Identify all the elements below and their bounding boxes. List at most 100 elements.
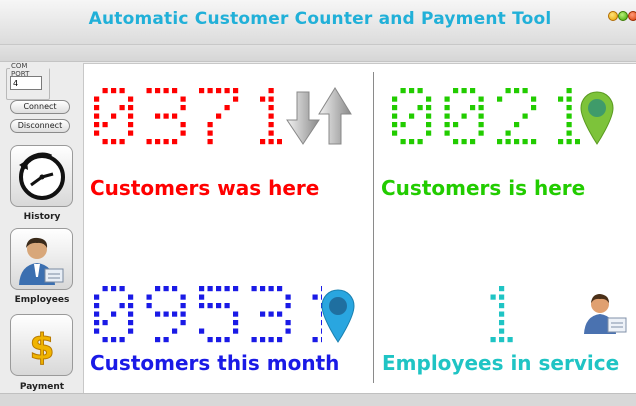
digit-dot <box>478 122 484 128</box>
digit-dot <box>233 320 239 326</box>
is-here-caption: Customers is here <box>381 176 586 200</box>
digit-dot <box>216 337 222 343</box>
digit-dot <box>233 328 239 334</box>
digit-dot <box>94 122 100 128</box>
digit-dot <box>111 286 117 292</box>
digit-dot <box>102 320 108 326</box>
digit-dot <box>207 303 213 309</box>
digit-dot <box>522 139 528 145</box>
digit-dot <box>566 96 572 102</box>
digit-dot <box>499 337 505 343</box>
digit-dot <box>199 286 205 292</box>
digit-dot <box>444 96 450 102</box>
digit-dot <box>268 96 274 102</box>
digit-dot <box>224 105 230 111</box>
minimize-button[interactable] <box>608 11 618 21</box>
digit-dot <box>163 88 169 94</box>
digit-dot <box>490 337 496 343</box>
digit-dot <box>251 286 257 292</box>
digit-dot <box>180 96 186 102</box>
map-pin-icon <box>580 91 614 145</box>
maximize-button[interactable] <box>618 11 628 21</box>
digit-dot <box>128 122 134 128</box>
digit-dot <box>505 130 511 136</box>
digit-dot <box>453 88 459 94</box>
comport-input[interactable] <box>10 76 42 90</box>
toolbar-strip <box>0 45 636 62</box>
digit-dot <box>400 88 406 94</box>
in-service-counter <box>480 284 520 354</box>
digit-dot <box>470 105 476 111</box>
digit-dot <box>119 286 125 292</box>
digit-dot <box>155 88 161 94</box>
digit-dot <box>566 105 572 111</box>
digit-dot <box>119 303 125 309</box>
digit-dot <box>233 286 239 292</box>
digit-dot <box>505 139 511 145</box>
digit-dot <box>102 139 108 145</box>
digit-dot <box>461 113 467 119</box>
digit-dot <box>277 286 283 292</box>
digit-dot <box>207 88 213 94</box>
history-button[interactable] <box>10 145 73 207</box>
title-bar: Automatic Customer Counter and Payment T… <box>0 0 636 45</box>
digit-dot <box>102 286 108 292</box>
digit-dot <box>172 286 178 292</box>
digit-dot <box>128 96 134 102</box>
connect-button[interactable]: Connect <box>10 100 70 114</box>
payment-button[interactable]: $ <box>10 314 73 376</box>
digit-dot <box>426 96 432 102</box>
digit-dot <box>566 130 572 136</box>
digit-dot <box>268 122 274 128</box>
digit-dot <box>128 113 134 119</box>
digit-dot <box>128 130 134 136</box>
digit-dot <box>128 294 134 300</box>
digit-dot <box>478 96 484 102</box>
digit-dot <box>268 311 274 317</box>
digit-dot <box>478 113 484 119</box>
disconnect-button[interactable]: Disconnect <box>10 119 70 133</box>
digit-dot <box>260 286 266 292</box>
digit-dot <box>531 139 537 145</box>
digit-dot <box>207 122 213 128</box>
digit-dot <box>207 130 213 136</box>
close-button[interactable] <box>628 11 636 21</box>
digit-dot <box>119 105 125 111</box>
digit-dot <box>531 96 537 102</box>
digit-dot <box>499 294 505 300</box>
digit-dot <box>417 139 423 145</box>
digit-dot <box>453 139 459 145</box>
digit-dot <box>426 122 432 128</box>
digit-dot <box>155 139 161 145</box>
digit-dot <box>111 113 117 119</box>
clock-icon <box>19 152 65 200</box>
digit-dot <box>277 337 283 343</box>
digit-dot <box>514 122 520 128</box>
was-here-counter <box>92 86 282 156</box>
digit-dot <box>453 122 459 128</box>
digit-dot <box>499 311 505 317</box>
digit-dot <box>444 105 450 111</box>
digit-dot <box>499 328 505 334</box>
digit-dot <box>180 122 186 128</box>
digit-dot <box>268 105 274 111</box>
map-pin-icon <box>321 289 355 343</box>
digit-dot <box>224 88 230 94</box>
digit-dot <box>426 130 432 136</box>
digit-dot <box>180 130 186 136</box>
digit-dot <box>260 311 266 317</box>
digit-dot <box>111 88 117 94</box>
digit-dot <box>285 328 291 334</box>
digit-dot <box>163 113 169 119</box>
digit-dot <box>119 337 125 343</box>
digit-dot <box>94 320 100 326</box>
digit-dot <box>478 105 484 111</box>
digit-dot <box>392 122 398 128</box>
digit-dot <box>461 139 467 145</box>
employees-label: Employees <box>14 295 70 305</box>
digit-dot <box>268 130 274 136</box>
digit-dot <box>216 88 222 94</box>
digit-dot <box>268 337 274 343</box>
digit-dot <box>233 88 239 94</box>
employees-button[interactable] <box>10 228 73 290</box>
